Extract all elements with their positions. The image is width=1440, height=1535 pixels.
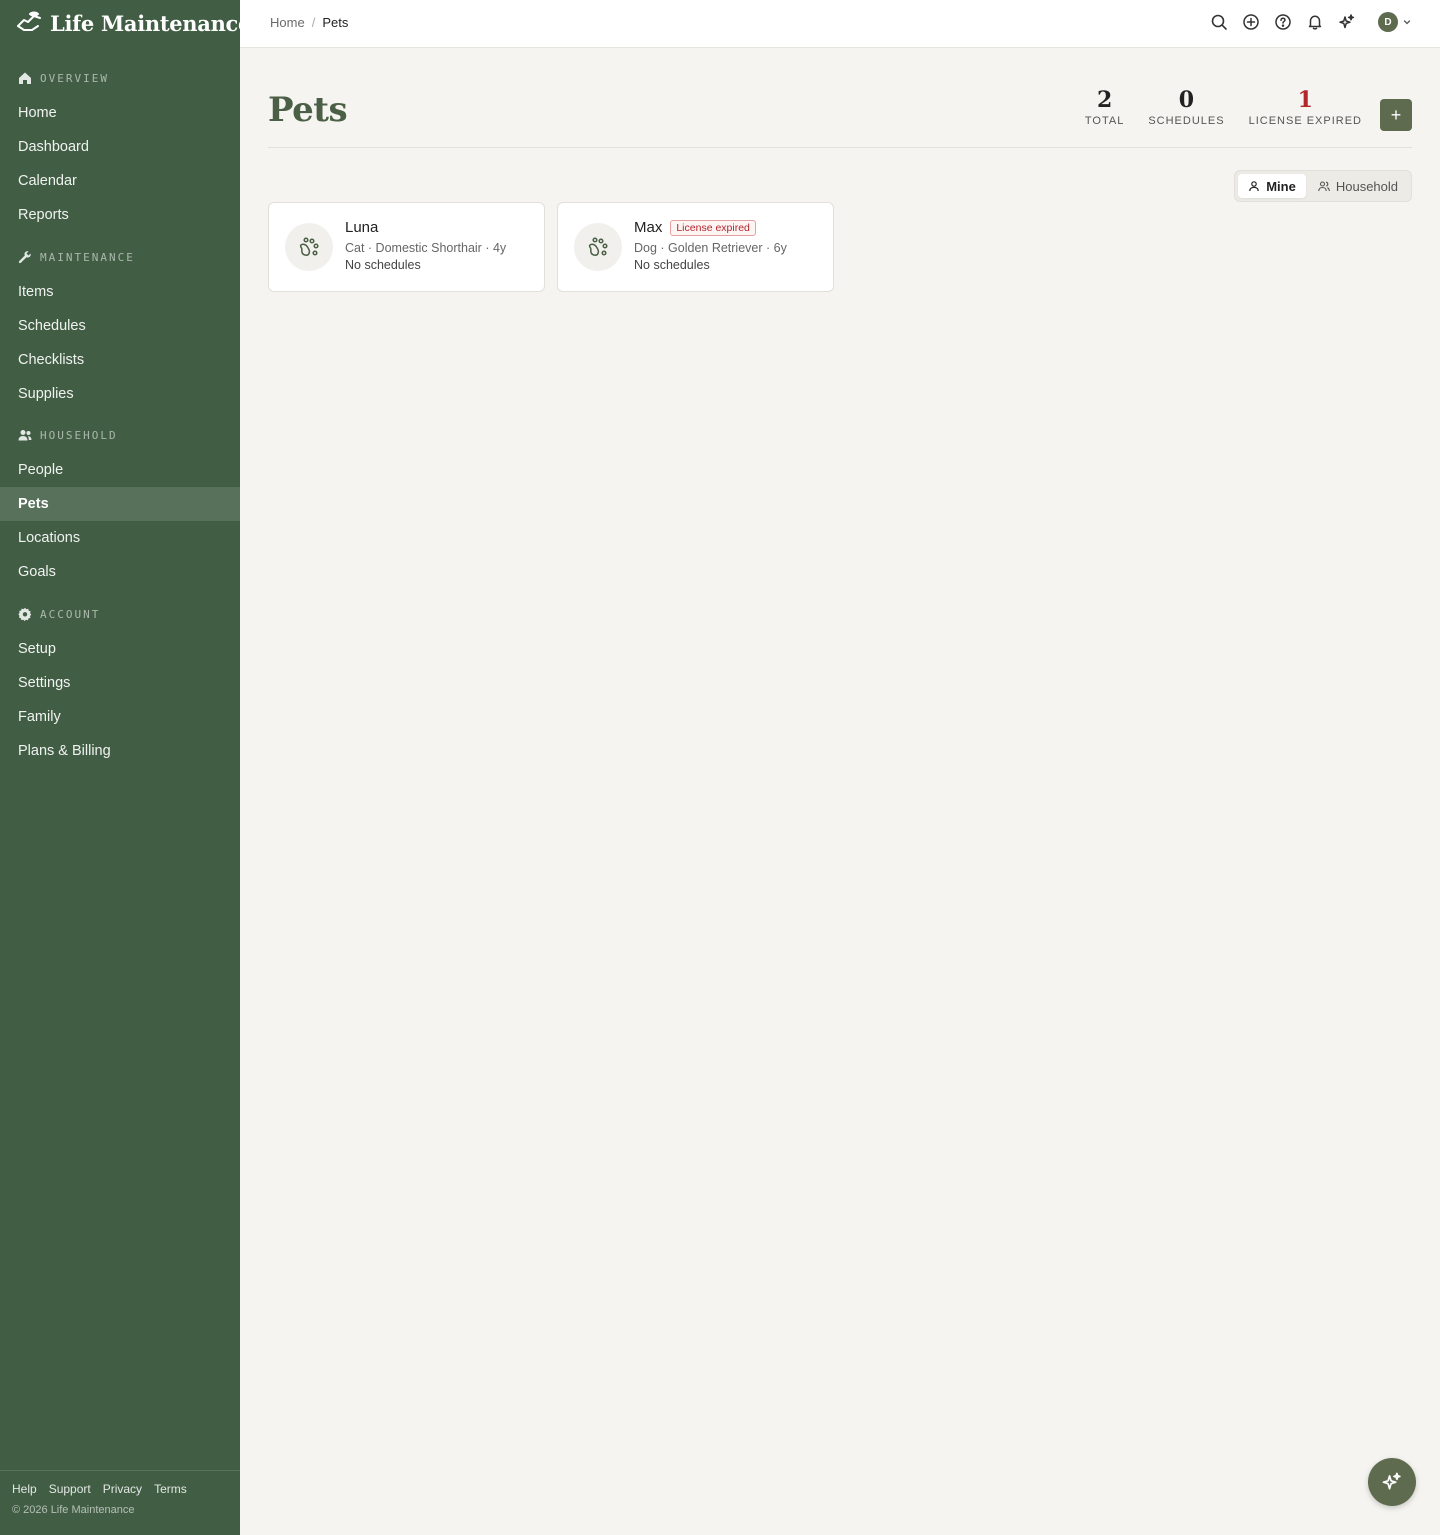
sidebar-item-home[interactable]: Home — [0, 96, 240, 130]
sidebar-item-plans-billing[interactable]: Plans & Billing — [0, 734, 240, 768]
sidebar: Life Maintenance Overview Home Dashboard… — [0, 0, 251, 1535]
stat-schedules: 0 Schedules — [1148, 86, 1224, 127]
stat-label: License expired — [1248, 115, 1362, 127]
assistant-fab[interactable] — [1368, 1458, 1416, 1506]
stat-value: 1 — [1297, 87, 1313, 113]
copyright: © 2026 Life Maintenance — [12, 1504, 135, 1516]
chevron-down-icon — [1402, 17, 1412, 27]
nav-heading-label: Maintenance — [40, 250, 135, 264]
pet-card-luna[interactable]: Luna Cat · Domestic Shorthair · 4y No sc… — [268, 202, 545, 292]
divider — [268, 147, 1412, 148]
pet-title-row: Max License expired — [634, 219, 787, 236]
add-pet-button[interactable]: + — [1380, 99, 1412, 131]
topbar-actions: D — [1210, 12, 1412, 32]
pet-title-row: Luna — [345, 219, 506, 236]
bell-icon[interactable] — [1306, 13, 1324, 31]
sidebar-item-setup[interactable]: Setup — [0, 632, 240, 666]
toggle-mine[interactable]: Mine — [1238, 174, 1306, 198]
plus-circle-icon[interactable] — [1242, 13, 1260, 31]
sidebar-item-calendar[interactable]: Calendar — [0, 164, 240, 198]
pet-details: Dog · Golden Retriever · 6y — [634, 241, 787, 255]
pet-name: Max — [634, 219, 663, 236]
nav-section-household: Household People Pets Locations Goals — [0, 425, 240, 589]
stats-summary: 2 Total 0 Schedules 1 License expired — [1085, 86, 1362, 127]
stat-label: Total — [1084, 115, 1125, 127]
footer-links: Help Support Privacy Terms — [12, 1482, 228, 1496]
user-menu[interactable]: D — [1378, 12, 1412, 32]
pet-card-body: Max License expired Dog · Golden Retriev… — [634, 219, 787, 272]
pet-list: Luna Cat · Domestic Shorthair · 4y No sc… — [268, 202, 834, 292]
people-icon — [18, 428, 32, 442]
nav-section-maintenance: Maintenance Items Schedules Checklists S… — [0, 247, 240, 411]
nav-section-overview: Overview Home Dashboard Calendar Reports — [0, 68, 240, 232]
nav-heading-maintenance: Maintenance — [0, 247, 240, 267]
app-name: Life Maintenance — [50, 10, 252, 36]
sidebar-item-supplies[interactable]: Supplies — [0, 377, 240, 411]
wrench-icon — [18, 250, 32, 264]
sidebar-item-reports[interactable]: Reports — [0, 198, 240, 232]
toggle-household[interactable]: Household — [1308, 174, 1408, 198]
sidebar-item-dashboard[interactable]: Dashboard — [0, 130, 240, 164]
user-icon — [1248, 180, 1260, 192]
breadcrumb-separator: / — [311, 15, 316, 30]
stat-total: 2 Total — [1085, 86, 1124, 127]
paw-icon — [574, 223, 622, 271]
sidebar-footer: Help Support Privacy Terms © 2026 Life M… — [0, 1470, 240, 1516]
ownership-toggle: Mine Household — [1234, 170, 1412, 202]
footer-link-support[interactable]: Support — [49, 1482, 91, 1496]
stat-label: Schedules — [1148, 115, 1225, 127]
gear-icon — [18, 607, 32, 621]
sidebar-item-locations[interactable]: Locations — [0, 521, 240, 555]
avatar: D — [1378, 12, 1398, 32]
pet-card-max[interactable]: Max License expired Dog · Golden Retriev… — [557, 202, 834, 292]
sidebar-item-goals[interactable]: Goals — [0, 555, 240, 589]
pet-details: Cat · Domestic Shorthair · 4y — [345, 241, 507, 255]
help-icon[interactable] — [1274, 13, 1292, 31]
sparkle-icon — [1381, 1471, 1403, 1493]
topbar: Home / Pets D — [240, 0, 1440, 48]
sidebar-item-people[interactable]: People — [0, 453, 240, 487]
footer-link-privacy[interactable]: Privacy — [103, 1482, 142, 1496]
hand-leaf-logo-icon — [16, 10, 42, 36]
nav-heading-label: Account — [40, 607, 101, 621]
users-icon — [1318, 180, 1330, 192]
breadcrumb: Home / Pets — [270, 15, 348, 30]
nav-heading-label: Overview — [40, 71, 109, 85]
pet-schedules: No schedules — [634, 258, 710, 272]
sidebar-item-family[interactable]: Family — [0, 700, 240, 734]
footer-link-help[interactable]: Help — [12, 1482, 37, 1496]
stat-value: 2 — [1096, 87, 1113, 113]
nav-heading-household: Household — [0, 425, 240, 445]
paw-icon — [285, 223, 333, 271]
sidebar-item-items[interactable]: Items — [0, 275, 240, 309]
breadcrumb-current: Pets — [322, 15, 349, 30]
sidebar-item-pets[interactable]: Pets — [0, 487, 240, 521]
pet-name: Luna — [345, 219, 379, 236]
nav-heading-account: Account — [0, 604, 240, 624]
sidebar-item-checklists[interactable]: Checklists — [0, 343, 240, 377]
stat-license-expired: 1 License expired — [1249, 86, 1362, 127]
sidebar-item-schedules[interactable]: Schedules — [0, 309, 240, 343]
breadcrumb-home[interactable]: Home — [270, 15, 305, 30]
stat-value: 0 — [1178, 87, 1195, 113]
toggle-household-label: Household — [1335, 178, 1398, 194]
nav-heading-label: Household — [40, 428, 118, 442]
nav-section-account: Account Setup Settings Family Plans & Bi… — [0, 604, 240, 768]
license-expired-badge: License expired — [670, 219, 756, 236]
toggle-mine-label: Mine — [1266, 178, 1296, 194]
logo[interactable]: Life Maintenance — [16, 8, 251, 38]
home-icon — [18, 71, 32, 85]
nav-heading-overview: Overview — [0, 68, 240, 88]
footer-link-terms[interactable]: Terms — [154, 1482, 187, 1496]
sidebar-item-settings[interactable]: Settings — [0, 666, 240, 700]
pet-card-body: Luna Cat · Domestic Shorthair · 4y No sc… — [345, 219, 506, 272]
page-title: Pets — [268, 90, 348, 130]
sparkle-icon[interactable] — [1338, 13, 1356, 31]
search-icon[interactable] — [1210, 13, 1228, 31]
pet-schedules: No schedules — [345, 258, 421, 272]
